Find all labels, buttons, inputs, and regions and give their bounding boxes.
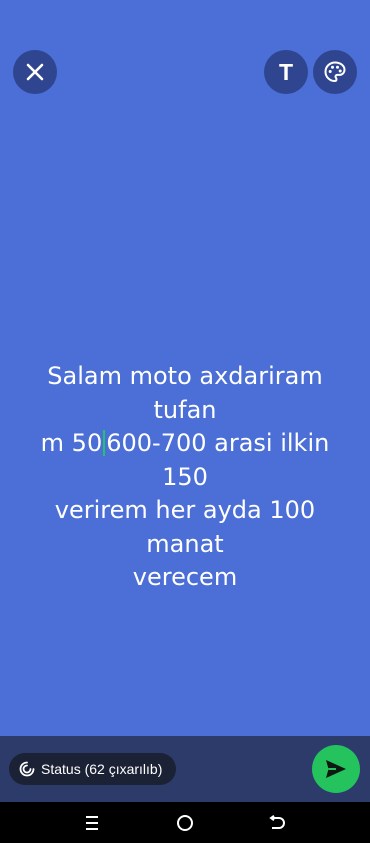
status-text-input[interactable]: Salam moto axdariram tufan m 50 600-700 a…	[18, 360, 352, 595]
system-navigation-bar	[0, 802, 370, 843]
status-text-line-3: verirem her ayda 100 manat	[54, 496, 323, 558]
back-icon	[269, 815, 285, 829]
text-tool-button[interactable]: T	[264, 50, 308, 94]
home-button[interactable]	[173, 812, 197, 834]
palette-icon	[324, 61, 346, 83]
recents-icon	[86, 816, 98, 830]
status-text-line-2b: 600-700 arasi ilkin 150	[106, 429, 337, 491]
status-audience-label: Status (62 çıxarılıb)	[41, 761, 163, 777]
status-ring-icon	[19, 761, 35, 777]
status-text-line-4: verecem	[132, 563, 238, 591]
text-tool-icon: T	[278, 58, 294, 85]
recents-button[interactable]	[80, 812, 104, 834]
home-icon	[177, 815, 193, 831]
send-icon	[326, 760, 346, 778]
status-text-line-2a: m 50	[40, 429, 103, 457]
text-cursor	[103, 430, 106, 456]
back-button[interactable]	[265, 812, 289, 834]
status-audience-chip[interactable]: Status (62 çıxarılıb)	[9, 753, 177, 785]
color-palette-button[interactable]	[313, 50, 357, 94]
status-canvas[interactable]: T Salam moto axdariram tufan m 50 600-700…	[0, 0, 370, 736]
send-button[interactable]	[312, 745, 360, 793]
bottom-bar: Status (62 çıxarılıb)	[0, 736, 370, 802]
close-button[interactable]	[13, 50, 57, 94]
status-text-line-1: Salam moto axdariram tufan	[47, 362, 331, 424]
close-icon	[26, 63, 44, 81]
